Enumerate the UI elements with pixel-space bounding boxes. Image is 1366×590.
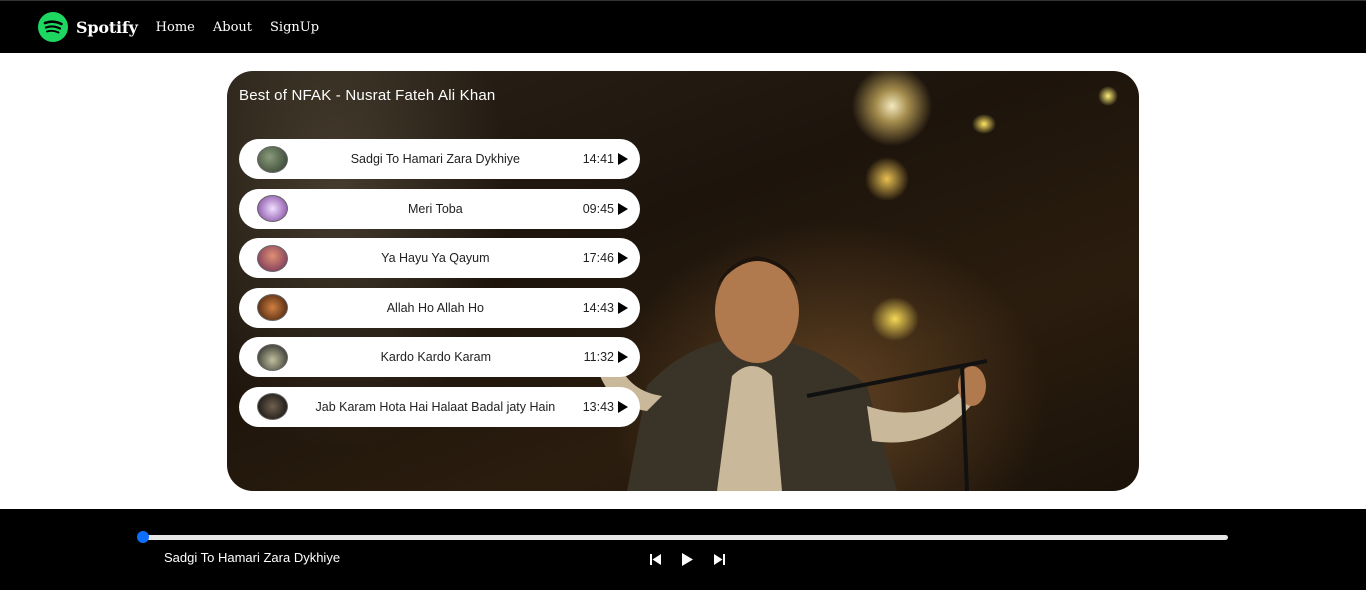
song-thumbnail bbox=[257, 145, 288, 173]
play-icon[interactable] bbox=[616, 152, 630, 166]
play-icon[interactable] bbox=[616, 350, 630, 364]
skip-next-icon[interactable] bbox=[711, 552, 727, 566]
song-item[interactable]: Meri Toba 09:45 bbox=[239, 188, 640, 229]
song-thumbnail bbox=[257, 343, 288, 371]
song-title: Sadgi To Hamari Zara Dykhiye bbox=[350, 152, 520, 166]
play-icon[interactable] bbox=[616, 400, 630, 414]
song-thumbnail bbox=[257, 195, 288, 223]
song-item[interactable]: Sadgi To Hamari Zara Dykhiye 14:41 bbox=[239, 139, 640, 179]
song-item[interactable]: Kardo Kardo Karam 11:32 bbox=[239, 337, 640, 378]
play-icon[interactable] bbox=[616, 251, 630, 265]
song-duration: 11:32 bbox=[583, 350, 614, 365]
song-title: Allah Ho Allah Ho bbox=[386, 300, 484, 315]
song-duration: 13:43 bbox=[582, 399, 614, 414]
nav-links: Home About SignUp bbox=[156, 20, 337, 35]
song-item[interactable]: Ya Hayu Ya Qayum 17:46 bbox=[239, 238, 640, 279]
nav-signup-link[interactable]: SignUp bbox=[270, 20, 319, 35]
now-playing-title: Sadgi To Hamari Zara Dykhiye bbox=[164, 550, 341, 565]
play-icon[interactable] bbox=[616, 202, 630, 216]
brand[interactable]: Spotify bbox=[38, 12, 138, 42]
song-thumbnail bbox=[257, 294, 288, 322]
song-title: Ya Hayu Ya Qayum bbox=[381, 251, 490, 266]
song-duration: 09:45 bbox=[582, 201, 614, 216]
brand-name: Spotify bbox=[76, 17, 138, 37]
progress-handle[interactable] bbox=[137, 531, 149, 543]
song-duration: 14:41 bbox=[582, 152, 614, 166]
song-duration: 14:43 bbox=[582, 300, 614, 315]
song-list: Sadgi To Hamari Zara Dykhiye 14:41 Meri … bbox=[239, 139, 640, 437]
song-title: Jab Karam Hota Hai Halaat Badal jaty Hai… bbox=[315, 399, 556, 414]
nav-home-link[interactable]: Home bbox=[156, 20, 195, 35]
song-item[interactable]: Allah Ho Allah Ho 14:43 bbox=[239, 287, 640, 328]
song-thumbnail bbox=[257, 393, 288, 421]
playlist-title: Best of NFAK - Nusrat Fateh Ali Khan bbox=[239, 87, 496, 104]
bottom-player: Sadgi To Hamari Zara Dykhiye bbox=[0, 509, 1366, 590]
spotify-logo-icon bbox=[38, 12, 68, 42]
song-title: Kardo Kardo Karam bbox=[380, 350, 492, 365]
navbar: Spotify Home About SignUp bbox=[0, 0, 1366, 53]
song-title: Meri Toba bbox=[408, 201, 463, 216]
song-item[interactable]: Jab Karam Hota Hai Halaat Badal jaty Hai… bbox=[239, 386, 640, 427]
play-icon[interactable] bbox=[675, 551, 699, 567]
play-icon[interactable] bbox=[616, 301, 630, 315]
nav-about-link[interactable]: About bbox=[213, 20, 252, 35]
playlist-card: Best of NFAK - Nusrat Fateh Ali Khan Sad… bbox=[227, 71, 1139, 491]
song-duration: 17:46 bbox=[582, 251, 614, 266]
skip-previous-icon[interactable] bbox=[647, 552, 663, 566]
song-thumbnail bbox=[257, 244, 288, 272]
progress-bar[interactable] bbox=[137, 531, 1228, 543]
playback-controls bbox=[647, 551, 727, 567]
